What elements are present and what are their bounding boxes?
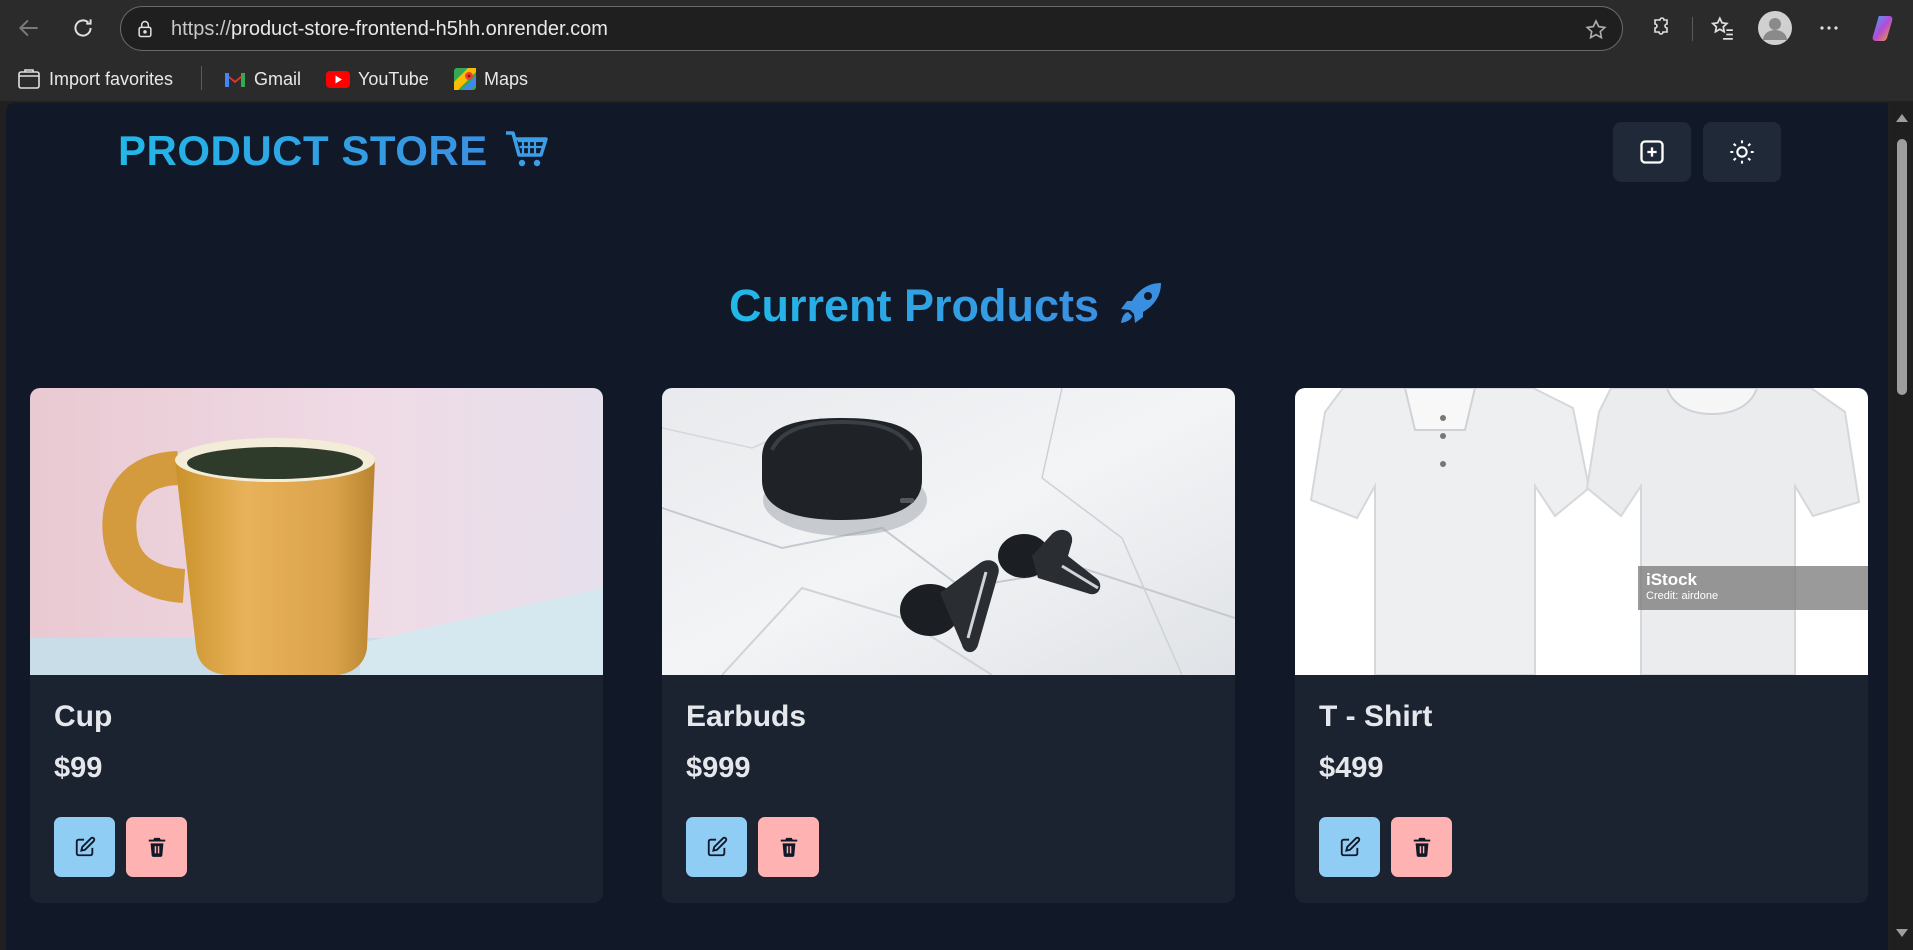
product-image (662, 388, 1235, 675)
product-name: Earbuds (686, 700, 807, 733)
watermark-credit: Credit: airdone (1646, 590, 1719, 602)
edit-button[interactable] (54, 817, 115, 877)
edit-icon (1340, 836, 1360, 857)
refresh-button[interactable] (63, 8, 103, 48)
page-scrollbar[interactable] (1890, 103, 1913, 950)
create-product-button[interactable] (1613, 122, 1691, 182)
brand-title: PRODUCT STORE (118, 127, 488, 174)
delete-button[interactable] (758, 817, 819, 877)
page-viewport: PRODUCT STORE Current Products Cup $99 E… (6, 103, 1888, 950)
bookmark-youtube[interactable]: YouTube (326, 65, 429, 93)
product-price: $999 (686, 752, 751, 784)
products-heading: Current Products (6, 279, 1888, 332)
product-price: $99 (54, 752, 103, 784)
bookmark-label: Import favorites (49, 68, 174, 89)
edit-button[interactable] (686, 817, 747, 877)
maps-icon (454, 68, 476, 90)
avatar-icon (1758, 11, 1792, 45)
istock-watermark: iStock Credit: airdone (1638, 566, 1868, 610)
product-image (30, 388, 603, 675)
trash-icon (148, 837, 165, 857)
profile-button[interactable] (1756, 9, 1794, 47)
copilot-icon (1872, 16, 1893, 41)
product-image: iStock Credit: airdone (1295, 388, 1868, 675)
bookmark-import-favorites[interactable]: Import favorites (17, 65, 173, 93)
page-title: Current Products (728, 279, 1100, 331)
sun-icon (1730, 140, 1754, 164)
plus-square-icon (1640, 140, 1664, 164)
back-arrow-icon (18, 19, 38, 37)
ellipsis-icon (1820, 26, 1838, 30)
trash-icon (1413, 837, 1430, 857)
delete-button[interactable] (1391, 817, 1452, 877)
product-card: Cup $99 (30, 388, 603, 903)
url-host: product-store-frontend-h5hh.onrender.com (231, 18, 608, 40)
url-protocol: https:// (171, 18, 232, 40)
product-card: iStock Credit: airdone T - Shirt $499 (1295, 388, 1868, 903)
gmail-icon (224, 72, 246, 87)
watermark-title: iStock (1646, 570, 1698, 589)
scroll-down-arrow-icon (1896, 929, 1908, 937)
bookmark-label: Maps (484, 68, 529, 89)
scroll-thumb[interactable] (1897, 139, 1907, 395)
favorite-star-icon[interactable] (1584, 18, 1608, 47)
extensions-button[interactable] (1641, 9, 1679, 47)
youtube-icon (326, 70, 350, 88)
delete-button[interactable] (126, 817, 187, 877)
back-button[interactable] (9, 8, 49, 48)
scroll-up-arrow-icon (1896, 114, 1908, 122)
bookmark-label: YouTube (358, 68, 429, 89)
copilot-button[interactable] (1866, 9, 1904, 47)
favorites-button[interactable] (1703, 9, 1741, 47)
lock-icon (135, 19, 155, 44)
edit-icon (75, 836, 95, 857)
bookmark-maps[interactable]: Maps (454, 65, 528, 93)
brand-logo-link[interactable]: PRODUCT STORE (118, 127, 548, 175)
product-card: Earbuds $999 (662, 388, 1235, 903)
bookmark-label: Gmail (254, 68, 302, 89)
import-icon (18, 69, 40, 89)
edit-button[interactable] (1319, 817, 1380, 877)
address-bar[interactable]: https://product-store-frontend-h5hh.onre… (120, 6, 1623, 51)
browser-toolbar: https://product-store-frontend-h5hh.onre… (0, 0, 1913, 57)
rocket-icon (1117, 279, 1165, 332)
bookmark-gmail[interactable]: Gmail (224, 65, 301, 93)
theme-toggle-button[interactable] (1703, 122, 1781, 182)
more-menu-button[interactable] (1810, 9, 1848, 47)
refresh-icon (74, 19, 92, 37)
url-text: https://product-store-frontend-h5hh.onre… (171, 18, 608, 41)
edit-icon (707, 836, 727, 857)
favorites-list-icon (1710, 16, 1733, 40)
puzzle-icon (1654, 17, 1668, 35)
trash-icon (780, 837, 797, 857)
product-price: $499 (1319, 752, 1384, 784)
product-name: T - Shirt (1319, 700, 1433, 733)
product-name: Cup (54, 700, 113, 733)
bookmarks-divider (201, 66, 202, 90)
shopping-cart-icon (504, 129, 548, 174)
toolbar-divider (1692, 17, 1693, 41)
